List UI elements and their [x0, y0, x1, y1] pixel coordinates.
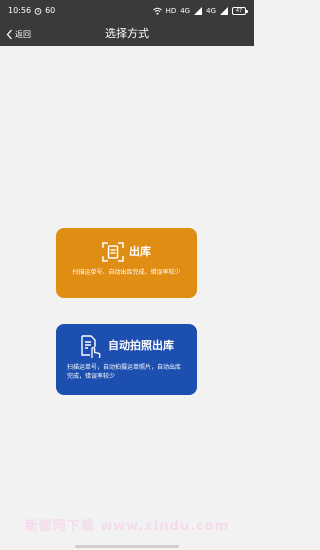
status-bar: 10:56 60 HD 4G 4G 47 [0, 0, 254, 22]
home-indicator[interactable] [75, 545, 179, 548]
option-card-out[interactable]: 出库 扫描运单号、自动出库完成，错误率较少 [56, 228, 197, 298]
watermark: 新都网下载 www.xindu.com [24, 519, 230, 534]
page-title: 选择方式 [105, 27, 149, 40]
status-signal-1: 4G [180, 7, 191, 15]
status-signal-2: 4G [206, 7, 216, 15]
signal-bars-icon [220, 7, 228, 15]
status-speed: 60 [45, 6, 56, 15]
card-description: 扫描运单号、自动出库完成，错误率较少 [72, 269, 181, 276]
top-bar: 10:56 60 HD 4G 4G 47 返回 选择方式 [0, 0, 254, 46]
scan-frame-icon [102, 242, 124, 262]
card-head: 出库 [56, 242, 197, 262]
status-right: HD 4G 4G 47 [152, 5, 248, 17]
option-card-auto-photo[interactable]: 自动拍照出库 扫描运单号，自动拍摄运单照片，自动出库完成，错误率较少 [56, 324, 197, 395]
nav-bar: 返回 选择方式 [0, 22, 254, 46]
battery-icon: 47 [232, 7, 248, 15]
status-network: HD [165, 7, 177, 15]
alarm-icon [34, 7, 42, 15]
signal-bars-icon [194, 7, 203, 15]
card-head: 自动拍照出库 [56, 334, 197, 358]
card-title: 自动拍照出库 [108, 339, 174, 352]
card-description: 扫描运单号，自动拍摄运单照片，自动出库完成，错误率较少 [67, 364, 182, 380]
card-title: 出库 [129, 245, 151, 258]
status-time: 10:56 [8, 6, 32, 15]
status-left: 10:56 60 [8, 5, 55, 17]
wifi-icon [152, 7, 162, 15]
document-tap-icon [79, 334, 103, 358]
